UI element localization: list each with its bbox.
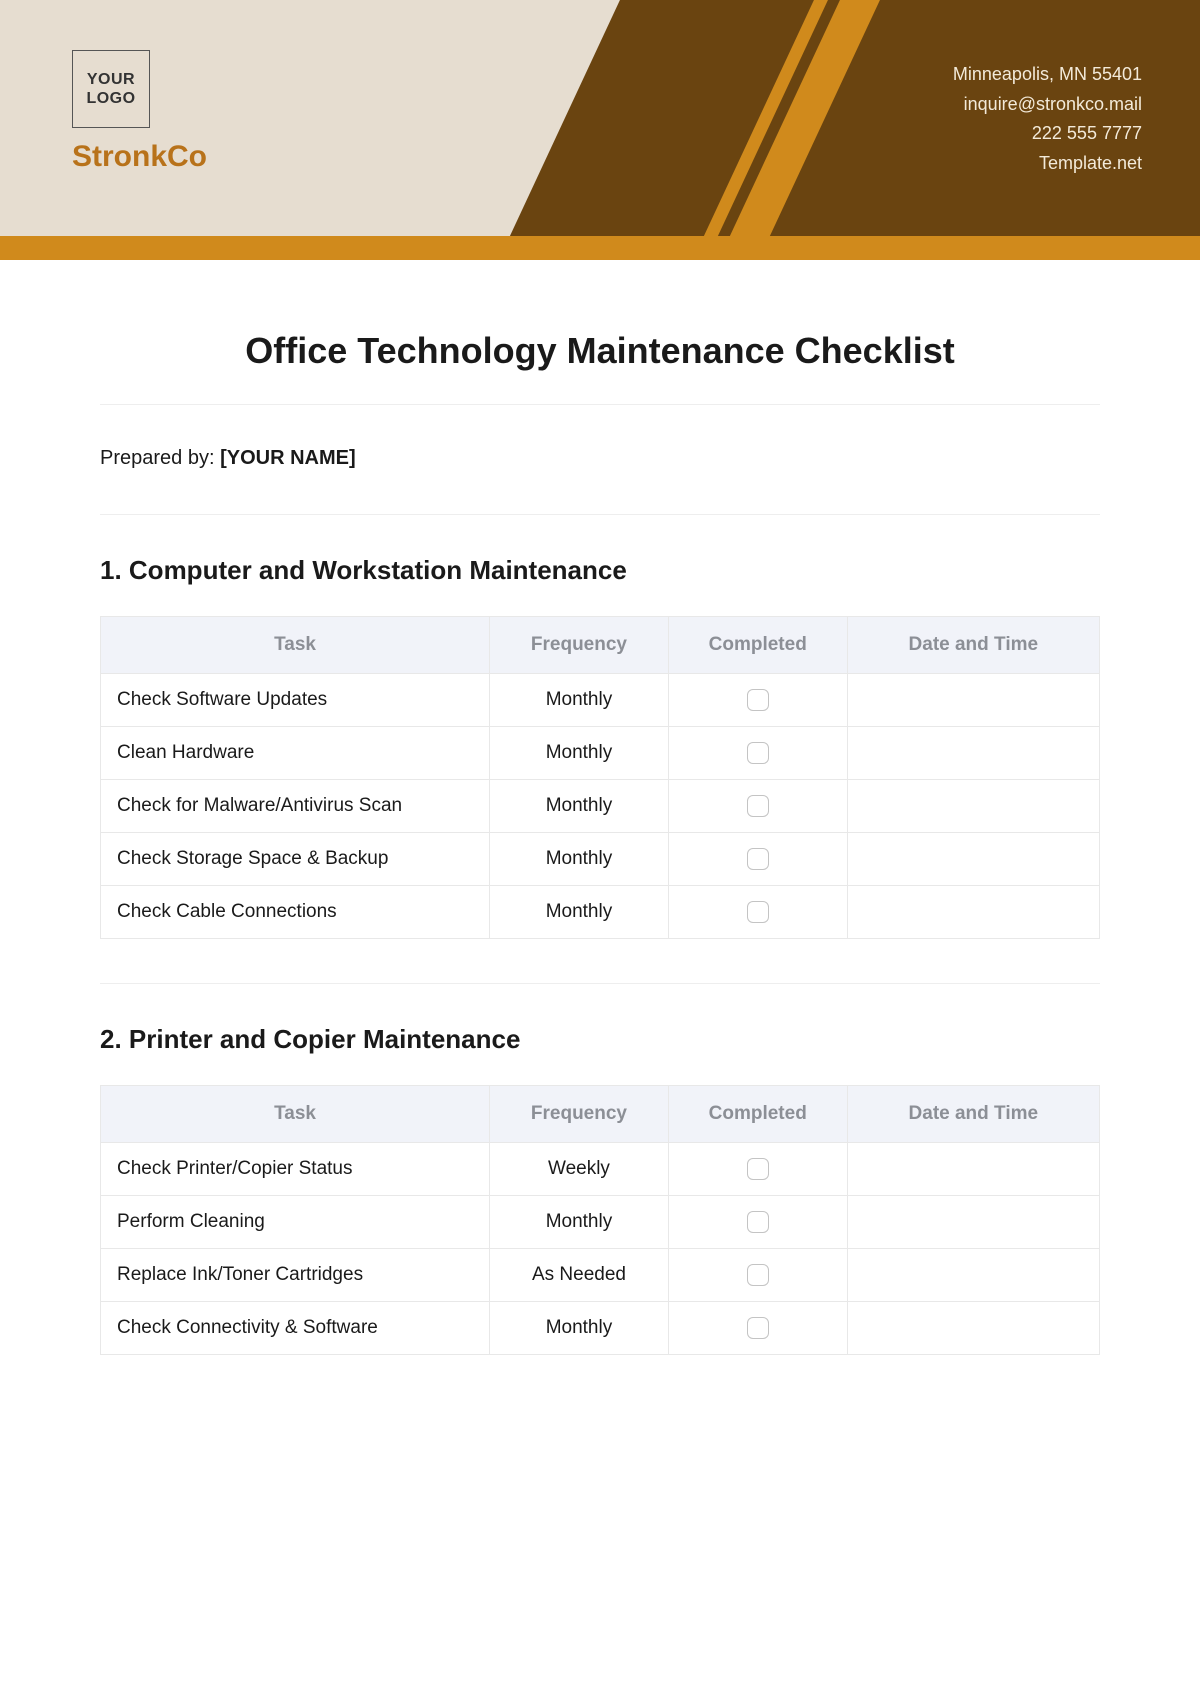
task-cell: Check Cable Connections bbox=[101, 886, 490, 939]
checkbox[interactable] bbox=[747, 742, 769, 764]
task-cell: Replace Ink/Toner Cartridges bbox=[101, 1249, 490, 1302]
completed-cell bbox=[668, 1143, 847, 1196]
datetime-cell bbox=[847, 833, 1099, 886]
task-cell: Check Printer/Copier Status bbox=[101, 1143, 490, 1196]
frequency-cell: Monthly bbox=[490, 1196, 669, 1249]
datetime-cell bbox=[847, 1302, 1099, 1355]
datetime-cell bbox=[847, 674, 1099, 727]
prepared-value: [YOUR NAME] bbox=[220, 447, 356, 469]
page-title: Office Technology Maintenance Checklist bbox=[100, 330, 1100, 372]
table-row: Check Printer/Copier StatusWeekly bbox=[101, 1143, 1100, 1196]
datetime-cell bbox=[847, 1143, 1099, 1196]
completed-cell bbox=[668, 674, 847, 727]
column-header-frequency: Frequency bbox=[490, 1086, 669, 1143]
datetime-cell bbox=[847, 727, 1099, 780]
completed-cell bbox=[668, 1196, 847, 1249]
datetime-cell bbox=[847, 1196, 1099, 1249]
column-header-task: Task bbox=[101, 617, 490, 674]
frequency-cell: Monthly bbox=[490, 833, 669, 886]
completed-cell bbox=[668, 833, 847, 886]
logo-placeholder: YOUR LOGO bbox=[72, 50, 150, 128]
diagonal-accent-left bbox=[0, 0, 37, 260]
table-row: Check Storage Space & BackupMonthly bbox=[101, 833, 1100, 886]
prepared-by: Prepared by: [YOUR NAME] bbox=[100, 447, 1100, 470]
checklist-table: TaskFrequencyCompletedDate and TimeCheck… bbox=[100, 616, 1100, 939]
task-cell: Check for Malware/Antivirus Scan bbox=[101, 780, 490, 833]
task-cell: Perform Cleaning bbox=[101, 1196, 490, 1249]
divider bbox=[100, 514, 1100, 515]
completed-cell bbox=[668, 780, 847, 833]
task-cell: Check Storage Space & Backup bbox=[101, 833, 490, 886]
column-header-completed: Completed bbox=[668, 617, 847, 674]
checkbox[interactable] bbox=[747, 848, 769, 870]
frequency-cell: Weekly bbox=[490, 1143, 669, 1196]
frequency-cell: As Needed bbox=[490, 1249, 669, 1302]
column-header-frequency: Frequency bbox=[490, 617, 669, 674]
prepared-label: Prepared by: bbox=[100, 447, 220, 469]
contact-phone: 222 555 7777 bbox=[953, 119, 1142, 149]
column-header-completed: Completed bbox=[668, 1086, 847, 1143]
header-bottom-bar bbox=[0, 236, 1200, 260]
table-row: Check for Malware/Antivirus ScanMonthly bbox=[101, 780, 1100, 833]
checkbox[interactable] bbox=[747, 1211, 769, 1233]
table-row: Check Connectivity & SoftwareMonthly bbox=[101, 1302, 1100, 1355]
divider bbox=[100, 404, 1100, 405]
contact-email: inquire@stronkco.mail bbox=[953, 90, 1142, 120]
task-cell: Check Software Updates bbox=[101, 674, 490, 727]
checkbox[interactable] bbox=[747, 901, 769, 923]
task-cell: Check Connectivity & Software bbox=[101, 1302, 490, 1355]
completed-cell bbox=[668, 1302, 847, 1355]
datetime-cell bbox=[847, 780, 1099, 833]
contact-info: Minneapolis, MN 55401 inquire@stronkco.m… bbox=[953, 60, 1142, 179]
column-header-task: Task bbox=[101, 1086, 490, 1143]
contact-site: Template.net bbox=[953, 149, 1142, 179]
checkbox[interactable] bbox=[747, 689, 769, 711]
company-name: StronkCo bbox=[72, 140, 207, 174]
checkbox[interactable] bbox=[747, 1317, 769, 1339]
column-header-datetime: Date and Time bbox=[847, 1086, 1099, 1143]
datetime-cell bbox=[847, 1249, 1099, 1302]
table-row: Perform CleaningMonthly bbox=[101, 1196, 1100, 1249]
frequency-cell: Monthly bbox=[490, 674, 669, 727]
checkbox[interactable] bbox=[747, 795, 769, 817]
contact-address: Minneapolis, MN 55401 bbox=[953, 60, 1142, 90]
datetime-cell bbox=[847, 886, 1099, 939]
task-cell: Clean Hardware bbox=[101, 727, 490, 780]
completed-cell bbox=[668, 886, 847, 939]
checkbox[interactable] bbox=[747, 1264, 769, 1286]
frequency-cell: Monthly bbox=[490, 780, 669, 833]
checkbox[interactable] bbox=[747, 1158, 769, 1180]
table-row: Clean HardwareMonthly bbox=[101, 727, 1100, 780]
document-header: YOUR LOGO StronkCo Minneapolis, MN 55401… bbox=[0, 0, 1200, 260]
frequency-cell: Monthly bbox=[490, 1302, 669, 1355]
completed-cell bbox=[668, 1249, 847, 1302]
frequency-cell: Monthly bbox=[490, 727, 669, 780]
table-row: Check Cable ConnectionsMonthly bbox=[101, 886, 1100, 939]
divider bbox=[100, 983, 1100, 984]
table-row: Check Software UpdatesMonthly bbox=[101, 674, 1100, 727]
document-body: Office Technology Maintenance Checklist … bbox=[0, 260, 1200, 1439]
section-title: 1. Computer and Workstation Maintenance bbox=[100, 555, 1100, 586]
column-header-datetime: Date and Time bbox=[847, 617, 1099, 674]
frequency-cell: Monthly bbox=[490, 886, 669, 939]
completed-cell bbox=[668, 727, 847, 780]
section-title: 2. Printer and Copier Maintenance bbox=[100, 1024, 1100, 1055]
checklist-table: TaskFrequencyCompletedDate and TimeCheck… bbox=[100, 1085, 1100, 1355]
table-row: Replace Ink/Toner CartridgesAs Needed bbox=[101, 1249, 1100, 1302]
